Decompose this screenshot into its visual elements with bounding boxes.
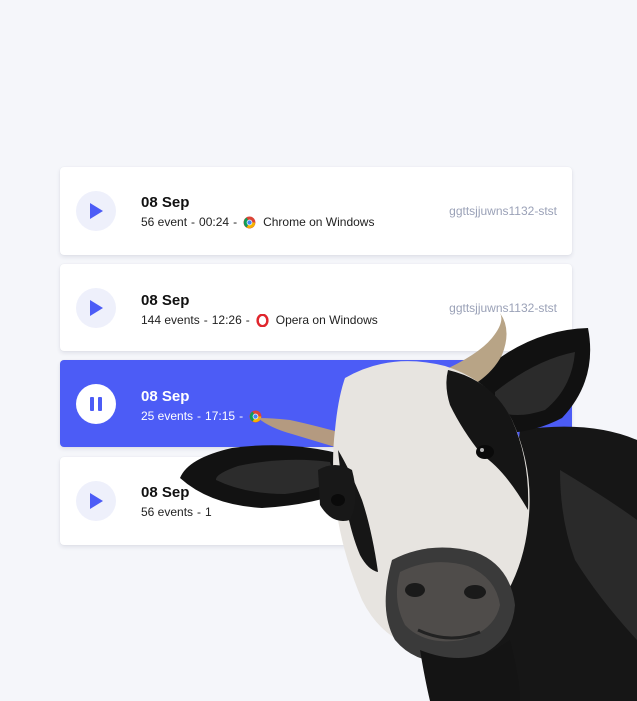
session-row[interactable]: 08 Sep 56 events - 1: [60, 457, 572, 545]
play-button[interactable]: [76, 481, 116, 521]
event-count: 144 events: [141, 313, 200, 327]
play-icon: [90, 493, 103, 509]
event-count: 25 events: [141, 409, 194, 423]
play-icon: [90, 300, 103, 316]
session-row[interactable]: 08 Sep 144 events - 12:26 - Opera on Win…: [60, 264, 572, 351]
separator: -: [233, 215, 238, 229]
session-row-active[interactable]: 08 Sep 25 events - 17:15 -: [60, 360, 572, 447]
session-meta: 144 events - 12:26 - Opera on Windows: [141, 313, 378, 327]
session-time: 17:15: [205, 409, 236, 423]
separator: -: [203, 313, 208, 327]
separator: -: [245, 313, 250, 327]
pause-icon: [90, 397, 102, 411]
session-row[interactable]: 08 Sep 56 event - 00:24 - Chrome on Wind…: [60, 167, 572, 255]
play-icon: [90, 203, 103, 219]
session-date: 08 Sep: [141, 484, 190, 501]
event-count: 56 events: [141, 505, 194, 519]
session-meta: 25 events - 17:15 -: [141, 409, 269, 423]
separator: -: [191, 215, 196, 229]
session-meta: 56 event - 00:24 - Chrome on Windows: [141, 215, 374, 229]
session-time: 12:26: [211, 313, 242, 327]
opera-icon: [256, 313, 269, 327]
session-meta: 56 events - 1: [141, 505, 212, 519]
chrome-icon: [243, 216, 256, 228]
browser-name: Opera on Windows: [275, 313, 378, 327]
session-id: ggttsjjuwns1132-stst: [449, 301, 557, 315]
separator: -: [197, 505, 202, 519]
browser-name: Chrome on Windows: [263, 215, 375, 229]
session-id: ggttsjjuwns1132-stst: [449, 204, 557, 218]
session-time: 1: [205, 505, 212, 519]
separator: -: [239, 409, 244, 423]
session-date: 08 Sep: [141, 388, 190, 405]
event-count: 56 event: [141, 215, 188, 229]
pause-button[interactable]: [76, 384, 116, 424]
separator: -: [197, 409, 202, 423]
session-time: 00:24: [199, 215, 230, 229]
session-date: 08 Sep: [141, 194, 190, 211]
session-date: 08 Sep: [141, 292, 190, 309]
play-button[interactable]: [76, 288, 116, 328]
chrome-icon: [249, 410, 262, 422]
play-button[interactable]: [76, 191, 116, 231]
